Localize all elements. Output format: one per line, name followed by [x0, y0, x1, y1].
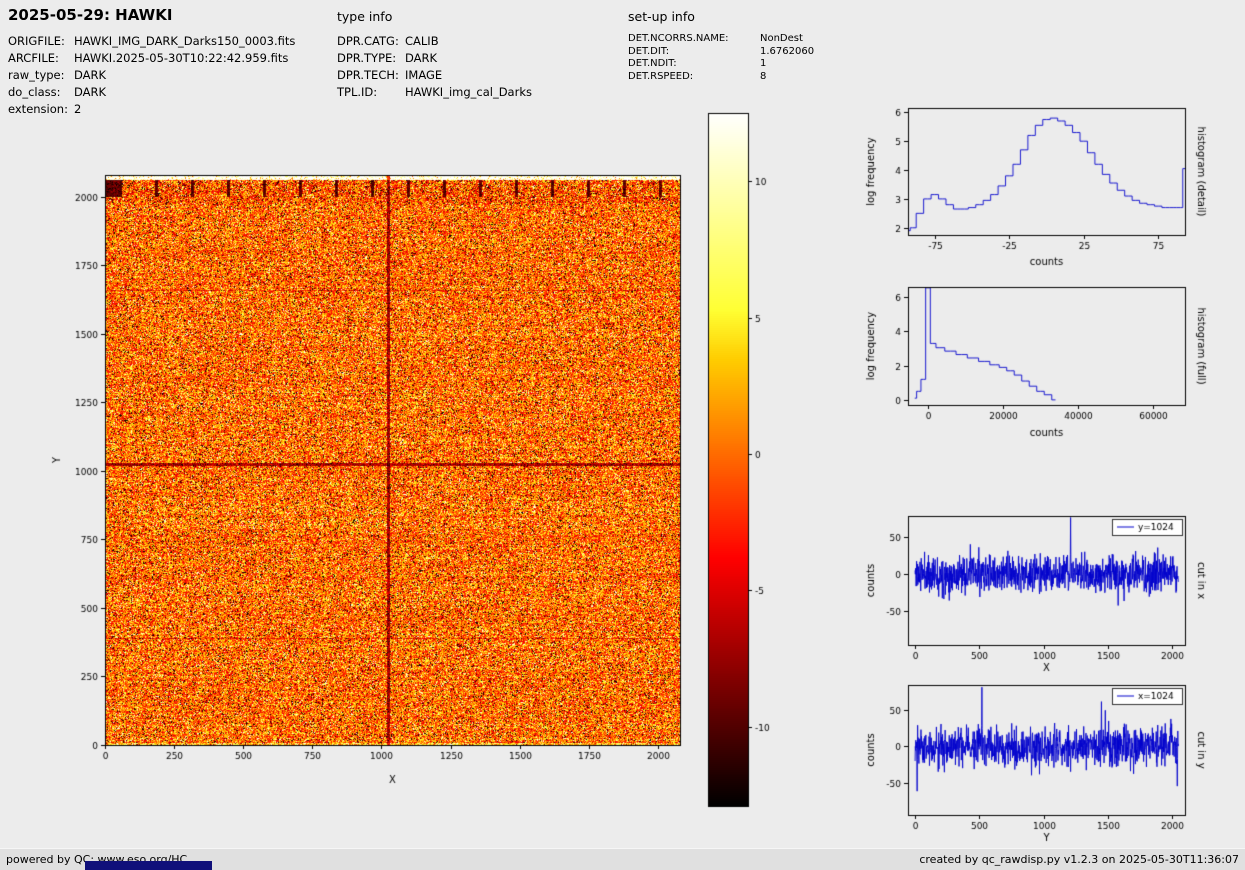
info-label: extension: — [8, 101, 74, 118]
info-row: DPR.TYPE:DARK — [337, 50, 532, 67]
footer-right-text: created by qc_rawdisp.py v1.2.3 on 2025-… — [919, 853, 1239, 866]
info-row: DPR.TECH:IMAGE — [337, 67, 532, 84]
info-value: IMAGE — [405, 67, 442, 84]
info-value: DARK — [74, 84, 106, 101]
qc-report-page: 2025-05-29: HAWKI type info set-up info … — [0, 0, 1245, 870]
cut-in-y-plot — [852, 675, 1242, 865]
info-value: HAWKI_img_cal_Darks — [405, 84, 532, 101]
info-label: DET.RSPEED: — [628, 71, 760, 84]
info-label: ARCFILE: — [8, 50, 74, 67]
info-label: DPR.TECH: — [337, 67, 405, 84]
info-row: extension:2 — [8, 101, 295, 118]
info-value: DARK — [74, 67, 106, 84]
info-value: 2 — [74, 101, 81, 118]
info-label: ORIGFILE: — [8, 33, 74, 50]
cut-in-x-plot — [852, 505, 1242, 695]
info-row: DET.RSPEED:8 — [628, 71, 814, 84]
info-label: DET.DIT: — [628, 46, 760, 59]
info-row: DET.DIT:1.6762060 — [628, 46, 814, 59]
colorbar — [690, 98, 790, 824]
info-label: DET.NCORRS.NAME: — [628, 33, 760, 46]
info-label: do_class: — [8, 84, 74, 101]
info-row: DET.NCORRS.NAME:NonDest — [628, 33, 814, 46]
type-info-heading: type info — [337, 9, 392, 24]
dark-frame-image-plot — [30, 148, 710, 818]
info-row: DET.NDIT:1 — [628, 58, 814, 71]
type-info-block: DPR.CATG:CALIB DPR.TYPE:DARK DPR.TECH:IM… — [337, 33, 532, 101]
histogram-full-plot — [852, 275, 1242, 460]
info-value: 8 — [760, 71, 766, 84]
info-row: DPR.CATG:CALIB — [337, 33, 532, 50]
info-value: 1.6762060 — [760, 46, 814, 59]
info-label: DPR.TYPE: — [337, 50, 405, 67]
info-value: NonDest — [760, 33, 803, 46]
info-row: do_class:DARK — [8, 84, 295, 101]
info-row: TPL.ID:HAWKI_img_cal_Darks — [337, 84, 532, 101]
info-row: ARCFILE:HAWKI.2025-05-30T10:22:42.959.fi… — [8, 50, 295, 67]
page-title: 2025-05-29: HAWKI — [8, 6, 172, 24]
setup-info-block: DET.NCORRS.NAME:NonDest DET.DIT:1.676206… — [628, 33, 814, 83]
info-label: DPR.CATG: — [337, 33, 405, 50]
info-value: HAWKI.2025-05-30T10:22:42.959.fits — [74, 50, 288, 67]
info-label: TPL.ID: — [337, 84, 405, 101]
info-value: CALIB — [405, 33, 439, 50]
info-value: HAWKI_IMG_DARK_Darks150_0003.fits — [74, 33, 295, 50]
setup-info-heading: set-up info — [628, 9, 695, 24]
info-label: raw_type: — [8, 67, 74, 84]
info-row: ORIGFILE:HAWKI_IMG_DARK_Darks150_0003.fi… — [8, 33, 295, 50]
info-value: 1 — [760, 58, 766, 71]
info-value: DARK — [405, 50, 437, 67]
info-row: raw_type:DARK — [8, 67, 295, 84]
file-info-block: ORIGFILE:HAWKI_IMG_DARK_Darks150_0003.fi… — [8, 33, 295, 118]
footer-accent-bar — [85, 861, 212, 870]
info-label: DET.NDIT: — [628, 58, 760, 71]
histogram-detail-plot — [852, 95, 1242, 285]
